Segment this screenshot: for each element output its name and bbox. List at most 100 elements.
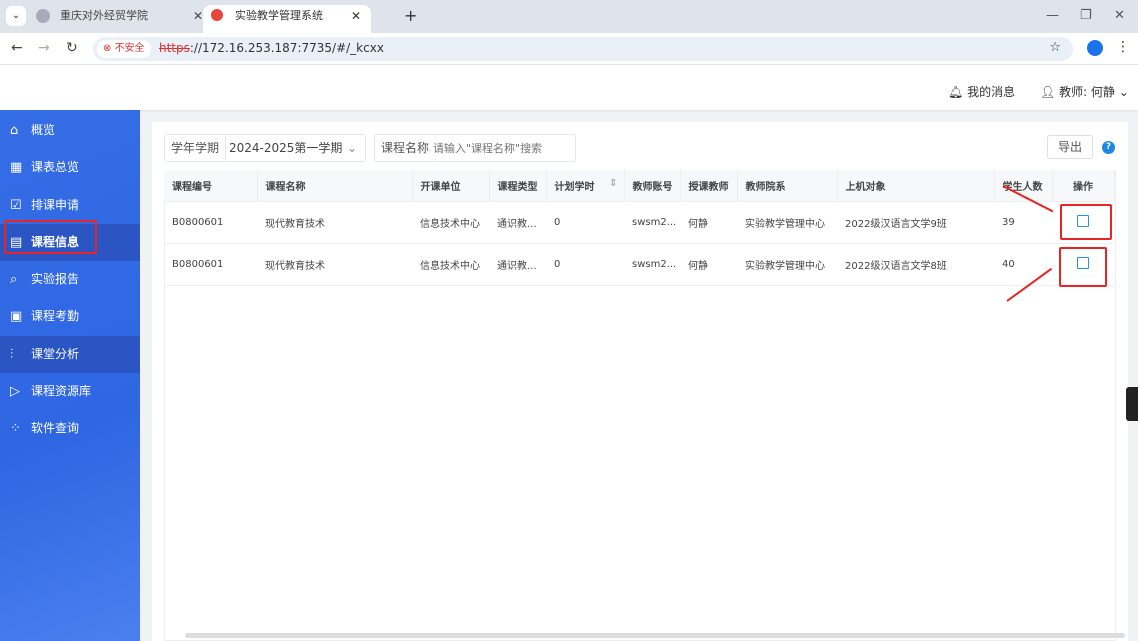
cell-hours: 0 — [546, 243, 624, 286]
cell-type: 通识教... — [489, 243, 546, 286]
form-icon: ☑ — [10, 197, 22, 213]
table-row: B0800601 现代教育技术 信息技术中心 通识教... 0 swsm2... 何静 实验教… — [164, 201, 1114, 244]
cell-unit: 信息技术中心 — [412, 243, 489, 286]
horizontal-scrollbar[interactable] — [185, 633, 1125, 638]
side-drawer-handle[interactable] — [1126, 387, 1138, 421]
url-input[interactable]: ⊗ 不安全 https://172.16.253.187:7735/#/_kcx… — [93, 37, 1073, 61]
url-text: https://172.16.253.187:7735/#/_kcxx — [159, 41, 384, 55]
col-unit: 开课单位 — [412, 170, 490, 202]
new-tab-icon[interactable]: + — [404, 5, 417, 27]
sidebar-item-overview[interactable]: ⌂ 概览 — [0, 112, 140, 149]
sidebar-item-software[interactable]: ⁘ 软件查询 — [0, 410, 140, 447]
cell-course-code: B0800601 — [164, 201, 257, 244]
bell-icon: 🔔︎ — [948, 85, 968, 99]
tab-title: 重庆对外经贸学院 — [60, 9, 148, 22]
reload-icon[interactable]: ↻ — [66, 40, 78, 56]
sidebar-item-analysis[interactable]: ⫶ 课堂分析 — [0, 335, 140, 374]
chevron-down-icon: ⌄ — [1118, 85, 1129, 99]
cell-unit: 信息技术中心 — [412, 201, 489, 244]
sidebar-item-label: 实验报告 — [31, 272, 80, 287]
table-header-row: 课程编号 课程名称 开课单位 课程类型 计划学时 ⇕ 教师账号 授课教师 教师院… — [164, 170, 1115, 202]
sidebar-item-apply[interactable]: ☑ 排课申请 — [0, 187, 140, 224]
course-name-label: 课程名称 — [375, 135, 437, 161]
user-label: 教师: 何静 — [1059, 85, 1115, 99]
sidebar-item-label: 课表总览 — [31, 160, 80, 175]
sidebar-item-label: 课程资源库 — [31, 384, 92, 399]
col-department: 教师院系 — [737, 170, 838, 202]
col-hours[interactable]: 计划学时 ⇕ — [546, 170, 625, 202]
cell-department: 实验教学管理中心 — [737, 243, 837, 286]
user-icon: 👤︎ — [1040, 85, 1060, 99]
minimize-icon[interactable]: — — [1046, 8, 1059, 23]
col-type: 课程类型 — [489, 170, 547, 202]
insecure-badge[interactable]: ⊗ 不安全 — [97, 40, 151, 58]
home-icon: ⌂ — [10, 123, 19, 138]
sidebar-item-label: 课程考勤 — [31, 309, 80, 324]
sidebar-item-label: 概览 — [31, 123, 56, 137]
highlight-annotation — [1059, 247, 1107, 287]
cell-teacher-account: swsm2... — [624, 201, 680, 244]
sidebar: ⌂ 概览 ▦ 课表总览 ☑ 排课申请 ▤ 课程信息 ⌕ 实验报告 ▣ 课程考勤 ⫶ 课堂分析 … — [0, 110, 140, 641]
table-row: B0800601 现代教育技术 信息技术中心 通识教... 0 swsm2... 何静 实验教… — [164, 243, 1114, 286]
calendar-icon: ▦ — [10, 160, 23, 176]
sidebar-item-label: 课堂分析 — [31, 346, 80, 361]
course-name-filter: 课程名称 — [374, 134, 576, 162]
attendance-icon: ▣ — [10, 309, 23, 325]
sidebar-item-label: 排课申请 — [31, 197, 80, 212]
col-actions: 操作 — [1052, 170, 1115, 202]
bookmark-star-icon[interactable]: ☆ — [1049, 40, 1061, 55]
cell-type: 通识教... — [489, 201, 546, 244]
college-favicon-icon — [36, 9, 50, 23]
close-window-icon[interactable]: ✕ — [1114, 8, 1125, 23]
col-target-class: 上机对象 — [837, 170, 995, 202]
close-tab-icon[interactable]: ✕ — [193, 5, 203, 27]
url-scheme: https — [159, 41, 190, 55]
insecure-label: 不安全 — [114, 43, 145, 54]
term-value: 2024-2025第一学期 — [229, 141, 343, 155]
browser-tab-college[interactable]: 重庆对外经贸学院 ✕ — [28, 5, 213, 33]
grid-icon: ⁘ — [10, 421, 21, 437]
cell-department: 实验教学管理中心 — [737, 201, 837, 244]
user-menu[interactable]: 👤︎ 教师: 何静 ⌄ — [1040, 83, 1129, 100]
messages-link[interactable]: 🔔︎ 我的消息 — [948, 83, 1015, 100]
tab-title: 实验教学管理系统 — [235, 9, 323, 22]
app-header: 🔔︎ 我的消息 👤︎ 教师: 何静 ⌄ — [0, 65, 1138, 110]
term-select[interactable]: 学年学期 2024-2025第一学期 ⌄ — [164, 134, 366, 162]
sort-icon[interactable]: ⇕ — [609, 178, 617, 189]
col-hours-label: 计划学时 — [554, 181, 595, 193]
sidebar-item-attendance[interactable]: ▣ 课程考勤 — [0, 298, 140, 335]
export-button[interactable]: 导出 — [1047, 135, 1093, 159]
cell-teacher-account: swsm2... — [624, 243, 680, 286]
course-name-input[interactable] — [433, 137, 571, 159]
cell-teacher: 何静 — [680, 243, 737, 286]
browser-tab-active[interactable]: 实验教学管理系统 ✕ — [203, 5, 371, 33]
close-tab-icon[interactable]: ✕ — [351, 5, 361, 27]
cell-target-class: 2022级汉语言文学9班 — [837, 201, 994, 244]
col-course-name: 课程名称 — [257, 170, 413, 202]
sidebar-item-report[interactable]: ⌕ 实验报告 — [0, 261, 140, 298]
highlight-annotation — [4, 220, 97, 254]
col-teacher: 授课教师 — [680, 170, 738, 202]
chevron-down-icon: ⌄ — [346, 141, 357, 155]
cell-hours: 0 — [546, 201, 624, 244]
col-course-code: 课程编号 — [164, 170, 258, 202]
main-panel: 学年学期 2024-2025第一学期 ⌄ 课程名称 导出 ? 课程编号 课程名称… — [152, 122, 1128, 641]
restore-icon[interactable]: ❐ — [1080, 8, 1092, 23]
term-label: 学年学期 — [165, 135, 227, 161]
profile-avatar[interactable] — [1087, 40, 1103, 56]
forward-icon[interactable]: → — [38, 40, 50, 56]
browser-tab-bar: ⌄ 重庆对外经贸学院 ✕ 实验教学管理系统 ✕ + — ❐ ✕ — [0, 0, 1138, 33]
cell-teacher: 何静 — [680, 201, 737, 244]
help-icon[interactable]: ? — [1102, 141, 1115, 154]
tab-search-button[interactable]: ⌄ — [6, 6, 26, 26]
cell-target-class: 2022级汉语言文学8班 — [837, 243, 994, 286]
col-teacher-account: 教师账号 — [624, 170, 681, 202]
sidebar-item-resources[interactable]: ▷ 课程资源库 — [0, 373, 140, 410]
cell-course-name: 现代教育技术 — [257, 243, 412, 286]
chart-icon: ⫶ — [10, 346, 14, 362]
sidebar-item-schedule[interactable]: ▦ 课表总览 — [0, 149, 140, 186]
browser-menu-icon[interactable]: ⋮ — [1116, 39, 1130, 55]
url-rest: ://172.16.253.187:7735/#/_kcxx — [189, 41, 384, 55]
back-icon[interactable]: ← — [11, 40, 23, 56]
cell-student-count: 40 — [994, 243, 1052, 286]
